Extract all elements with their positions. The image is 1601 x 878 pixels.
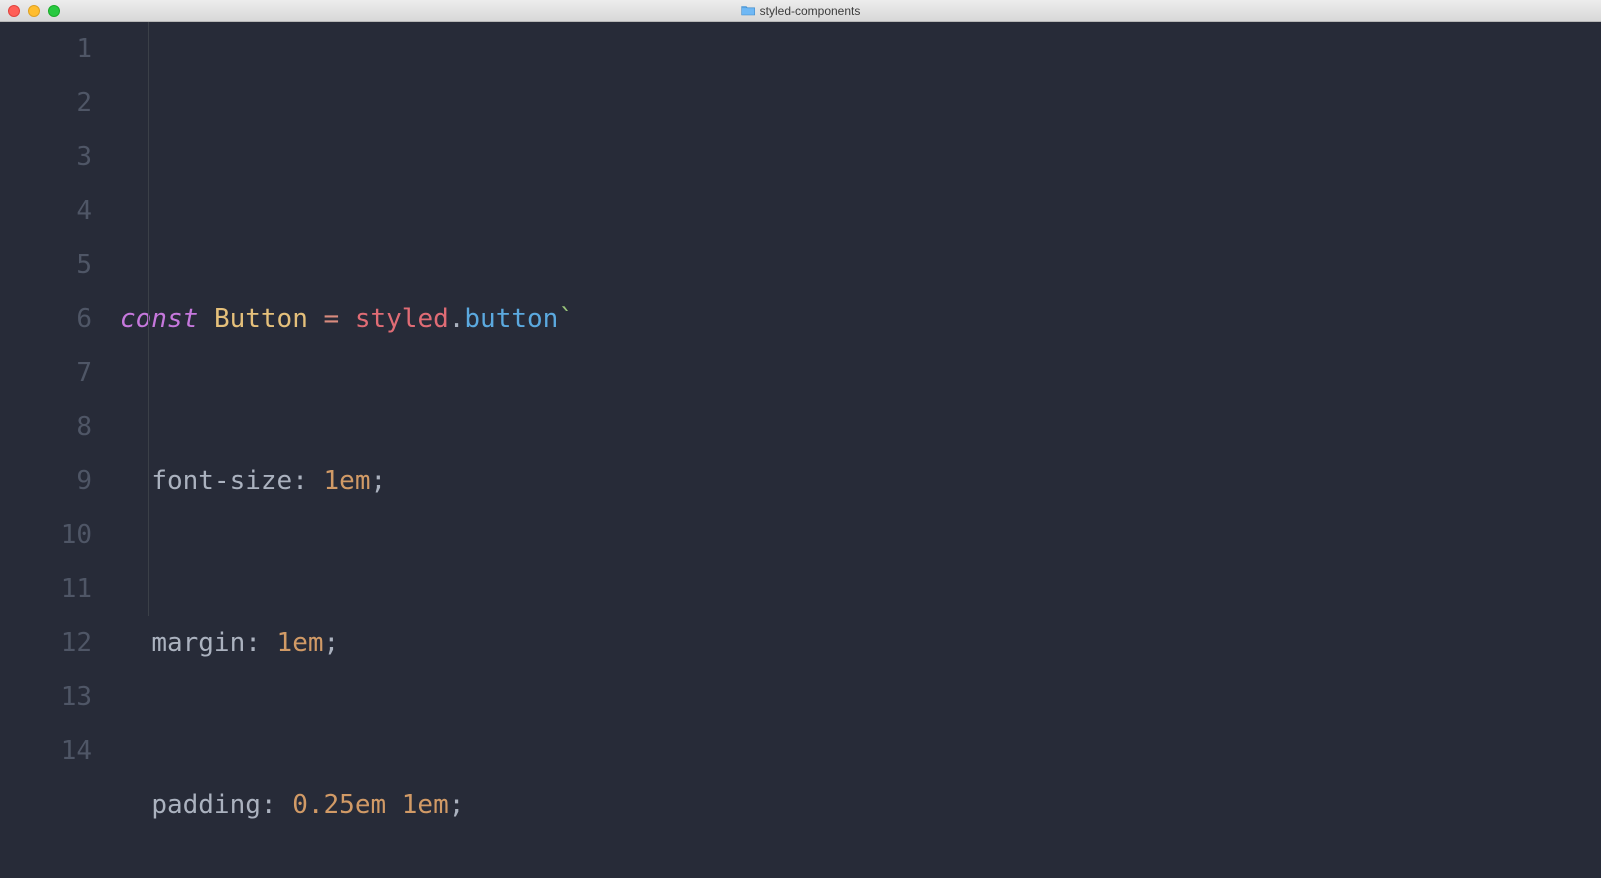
line-number: 3 <box>0 130 92 184</box>
line-number: 10 <box>0 508 92 562</box>
line-number: 1 <box>0 22 92 76</box>
code-line: padding: 0.25em 1em; <box>120 778 1601 832</box>
code-lines: const Button = styled.button` font-size:… <box>120 184 1601 878</box>
indent-guide <box>148 22 149 616</box>
line-number: 5 <box>0 238 92 292</box>
line-number: 7 <box>0 346 92 400</box>
line-number: 13 <box>0 670 92 724</box>
code-line: font-size: 1em; <box>120 454 1601 508</box>
line-number: 9 <box>0 454 92 508</box>
line-number: 14 <box>0 724 92 778</box>
close-window-button[interactable] <box>8 5 20 17</box>
line-number: 12 <box>0 616 92 670</box>
line-number: 4 <box>0 184 92 238</box>
line-number: 11 <box>0 562 92 616</box>
line-number: 6 <box>0 292 92 346</box>
line-number: 2 <box>0 76 92 130</box>
maximize-window-button[interactable] <box>48 5 60 17</box>
line-number-gutter: 1 2 3 4 5 6 7 8 9 10 11 12 13 14 <box>0 22 120 878</box>
traffic-lights <box>8 5 60 17</box>
code-line: margin: 1em; <box>120 616 1601 670</box>
code-editor[interactable]: 1 2 3 4 5 6 7 8 9 10 11 12 13 14 const B… <box>0 22 1601 878</box>
code-area[interactable]: const Button = styled.button` font-size:… <box>120 22 1601 878</box>
minimize-window-button[interactable] <box>28 5 40 17</box>
line-number: 8 <box>0 400 92 454</box>
window-title-text: styled-components <box>760 4 861 18</box>
window-title: styled-components <box>741 4 861 18</box>
code-line: const Button = styled.button` <box>120 292 1601 346</box>
titlebar: styled-components <box>0 0 1601 22</box>
folder-icon <box>741 5 755 16</box>
